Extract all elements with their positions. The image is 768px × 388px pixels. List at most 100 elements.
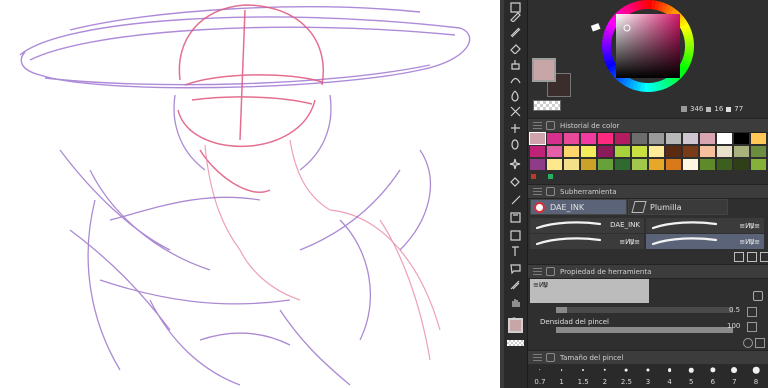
transparent-swatch[interactable] [533, 100, 561, 111]
tool-property-header[interactable]: Propiedad de herramienta [528, 264, 768, 279]
frame-tool-icon[interactable] [508, 228, 523, 243]
brush-size-label: 1 [559, 378, 564, 386]
history-swatch[interactable] [530, 146, 545, 157]
sub-tool-tab-plumilla[interactable]: Plumilla [628, 199, 728, 215]
delete-sub-tool-icon[interactable] [760, 252, 768, 262]
hsv-mode-icon[interactable] [681, 106, 687, 112]
history-swatch[interactable] [615, 133, 630, 144]
property-slider-1[interactable] [556, 307, 733, 313]
history-swatch[interactable] [700, 146, 715, 157]
text-tool-icon[interactable] [508, 244, 523, 259]
history-swatch[interactable] [649, 146, 664, 157]
main-color-swatch[interactable] [532, 58, 556, 82]
brush-size-dot [667, 368, 672, 372]
history-swatch[interactable] [683, 133, 698, 144]
brush-stroke-preview [651, 237, 718, 246]
color-wheel[interactable] [528, 0, 768, 118]
history-swatch[interactable] [598, 159, 613, 170]
history-swatch[interactable] [683, 159, 698, 170]
brush-item[interactable]: ≡ⵍⰯ≡ [530, 234, 644, 249]
airbrush-tool-icon[interactable] [508, 88, 523, 103]
history-swatch[interactable] [649, 159, 664, 170]
lasso-icon[interactable] [508, 137, 523, 152]
history-swatch[interactable] [615, 159, 630, 170]
history-swatch[interactable] [666, 146, 681, 157]
eraser-tool-icon[interactable] [508, 40, 523, 55]
history-swatch[interactable] [581, 133, 596, 144]
history-swatch[interactable] [547, 146, 562, 157]
brush-item-selected[interactable]: ≡ⵍⰯ≡ [646, 234, 764, 249]
history-swatch[interactable] [666, 133, 681, 144]
density-menu-icon[interactable] [747, 322, 757, 332]
brush-size-label: 3 [645, 378, 651, 386]
history-swatch[interactable] [717, 146, 732, 157]
density-slider[interactable] [556, 327, 733, 333]
brush-size-header[interactable]: Tamaño del pincel [528, 350, 768, 365]
lock-icon[interactable] [753, 291, 763, 301]
ruler-tool-icon[interactable] [508, 278, 523, 293]
eyedropper-icon[interactable] [508, 193, 523, 208]
history-swatch[interactable] [632, 159, 647, 170]
history-swatch[interactable] [751, 146, 766, 157]
fill-tool-icon[interactable] [508, 57, 523, 72]
balloon-tool-icon[interactable] [508, 261, 523, 276]
color-history-header[interactable]: Historial de color [528, 118, 768, 133]
reset-tool-icon[interactable] [755, 338, 765, 348]
history-swatch[interactable] [530, 159, 545, 170]
val-icon [726, 106, 732, 112]
history-swatch[interactable] [734, 146, 749, 157]
history-swatch[interactable] [751, 159, 766, 170]
history-swatch[interactable] [547, 133, 562, 144]
decoration-tool-icon[interactable] [508, 104, 523, 119]
sub-tool-menu-icon[interactable] [734, 252, 744, 262]
tool-property-icon [546, 267, 555, 276]
history-swatch[interactable] [581, 159, 596, 170]
brush-size-presets: 0.7 1 1.5 2 2.5 3 4 5 6 7 8 [528, 364, 768, 388]
move-layer-icon[interactable] [508, 121, 523, 136]
history-swatch[interactable] [700, 159, 715, 170]
history-swatch[interactable] [615, 146, 630, 157]
history-swatch[interactable] [581, 146, 596, 157]
brush-stroke-preview [535, 237, 602, 246]
blend-tool-icon[interactable] [508, 72, 523, 87]
tool-settings-icon[interactable] [743, 338, 753, 348]
tool-preset-preview[interactable]: ≡ⵍⰯ [530, 279, 649, 303]
history-swatch[interactable] [683, 146, 698, 157]
history-swatch[interactable] [598, 146, 613, 157]
current-color-indicator[interactable] [508, 318, 523, 333]
history-swatch[interactable] [649, 133, 664, 144]
history-swatch[interactable] [598, 133, 613, 144]
history-swatch[interactable] [666, 159, 681, 170]
brush-size-dot [560, 369, 563, 371]
history-swatch[interactable] [564, 159, 579, 170]
history-swatch[interactable] [717, 133, 732, 144]
history-swatch[interactable] [529, 132, 546, 145]
history-swatch[interactable] [547, 159, 562, 170]
history-swatch[interactable] [564, 146, 579, 157]
figure-tool-icon[interactable] [508, 210, 523, 225]
magic-wand-icon[interactable] [508, 157, 523, 172]
history-swatch[interactable] [734, 159, 749, 170]
brush-item[interactable]: ≡ⵍⰯ≡ [646, 218, 764, 233]
fill-bucket-icon[interactable] [508, 174, 523, 189]
history-swatch[interactable] [717, 159, 732, 170]
duplicate-sub-tool-icon[interactable] [747, 252, 757, 262]
property-1-menu-icon[interactable] [747, 307, 757, 317]
history-swatch[interactable] [700, 133, 715, 144]
history-swatch[interactable] [751, 133, 766, 144]
history-swatch[interactable] [632, 133, 647, 144]
transparent-color-indicator[interactable] [507, 340, 524, 346]
sub-tool-header[interactable]: Subherramienta [528, 184, 768, 199]
hue-handle[interactable] [589, 21, 602, 33]
hand-tool-icon[interactable] [508, 295, 523, 310]
sub-tool-tab-dae-ink[interactable]: DAE_INK [530, 199, 627, 215]
density-slider-fill [556, 327, 733, 333]
brush-item[interactable]: DAE_INK [530, 218, 644, 233]
history-swatch[interactable] [734, 133, 749, 144]
pen-tool-icon[interactable] [508, 8, 523, 23]
pencil-tool-icon[interactable] [508, 24, 523, 39]
drawing-canvas[interactable] [0, 0, 500, 388]
history-swatch[interactable] [632, 146, 647, 157]
history-swatch[interactable] [564, 133, 579, 144]
panel-grip-icon [533, 122, 542, 129]
